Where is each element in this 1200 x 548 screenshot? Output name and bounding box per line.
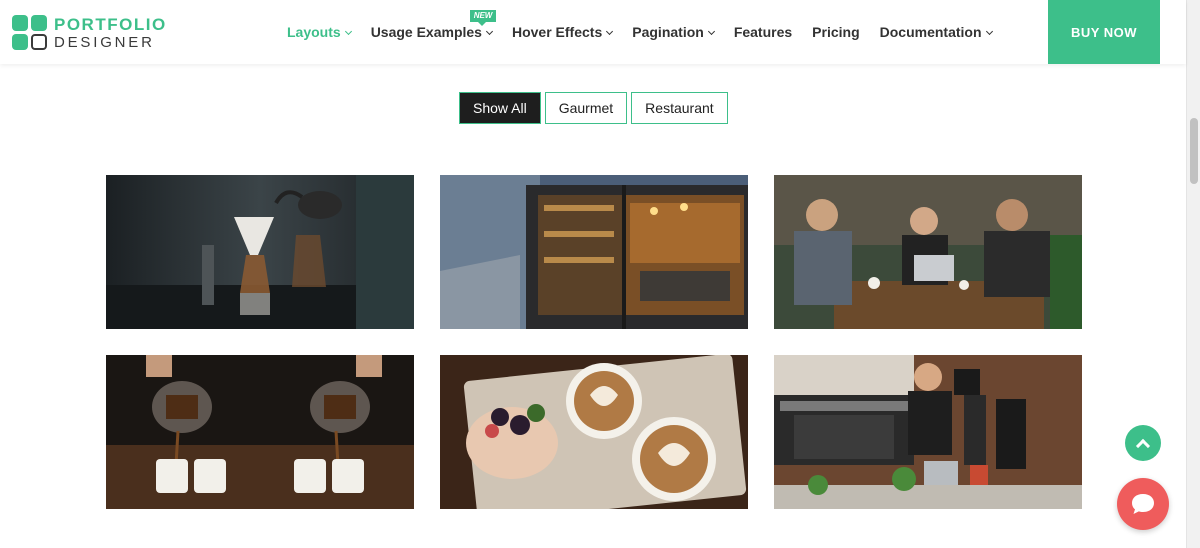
logo-text: PORTFOLIO DESIGNER [54, 16, 167, 50]
new-badge: NEW [469, 10, 497, 26]
site-header: PORTFOLIO DESIGNER Layouts NEW Usage Exa… [0, 0, 1186, 64]
gallery-item-latte-art[interactable] [440, 355, 748, 509]
gallery-item-pouring-coffee[interactable] [106, 355, 414, 509]
logo-line-1: PORTFOLIO [54, 15, 167, 34]
buy-now-button[interactable]: BUY NOW [1048, 0, 1160, 64]
nav-label: Layouts [287, 24, 341, 40]
logo-line-2: DESIGNER [54, 34, 155, 51]
chevron-down-icon [606, 27, 614, 36]
page: PORTFOLIO DESIGNER Layouts NEW Usage Exa… [0, 0, 1200, 548]
chat-bubble-icon [1132, 494, 1154, 514]
nav-item-hover-effects[interactable]: Hover Effects [511, 24, 614, 40]
gallery-item-coffee-brewing[interactable] [106, 175, 414, 329]
gallery-item-barista[interactable] [774, 355, 1082, 509]
gallery-item-friends-cafe[interactable] [774, 175, 1082, 329]
chevron-down-icon [344, 27, 352, 36]
coffee-brewing-image [106, 175, 414, 329]
nav-label: Usage Examples [370, 24, 482, 40]
nav-item-features[interactable]: Features [734, 24, 792, 40]
nav-item-usage-examples[interactable]: NEW Usage Examples [370, 10, 497, 40]
chevron-down-icon [985, 27, 993, 36]
page-scrollbar[interactable] [1186, 0, 1200, 548]
nav-item-pagination[interactable]: Pagination [632, 24, 715, 40]
filter-gaurmet[interactable]: Gaurmet [544, 92, 628, 124]
main-nav: Layouts NEW Usage Examples Hover Effects… [287, 0, 1012, 64]
friends-cafe-image [774, 175, 1082, 329]
scroll-to-top-button[interactable] [1125, 425, 1161, 461]
chevron-down-icon [707, 27, 715, 36]
pouring-coffee-image [106, 355, 414, 509]
chevron-down-icon [485, 27, 494, 36]
chat-button[interactable] [1117, 478, 1169, 530]
gallery-item-cafe-storefront[interactable] [440, 175, 748, 329]
nav-label: Documentation [879, 24, 982, 40]
filter-bar: Show All Gaurmet Restaurant [459, 92, 732, 124]
nav-item-pricing[interactable]: Pricing [812, 24, 859, 40]
nav-label: Pricing [812, 24, 860, 40]
nav-label: Pagination [632, 24, 704, 40]
logo-mark-icon [12, 15, 48, 51]
nav-item-documentation[interactable]: Documentation [879, 24, 993, 40]
nav-label: Hover Effects [511, 24, 603, 40]
cafe-storefront-image [440, 175, 748, 329]
latte-art-image [440, 355, 748, 509]
scrollbar-thumb[interactable] [1190, 118, 1198, 184]
portfolio-gallery [106, 175, 1082, 509]
nav-item-layouts[interactable]: Layouts [287, 24, 352, 40]
filter-show-all[interactable]: Show All [459, 92, 541, 124]
nav-label: Features [733, 24, 793, 40]
barista-image [774, 355, 1082, 509]
chevron-up-icon [1135, 438, 1151, 453]
logo[interactable]: PORTFOLIO DESIGNER [12, 14, 167, 52]
filter-restaurant[interactable]: Restaurant [631, 92, 728, 124]
